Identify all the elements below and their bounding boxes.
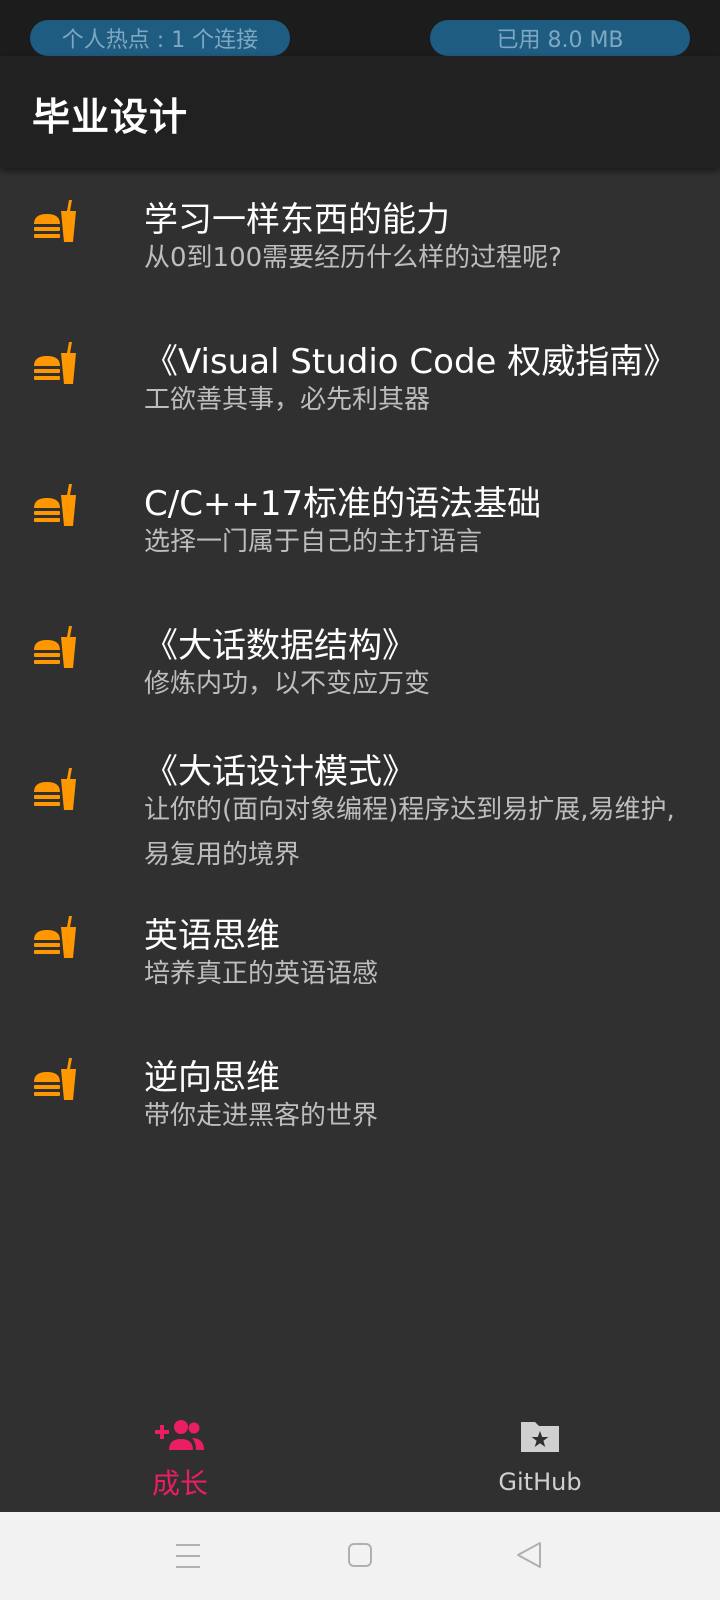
data-usage-pill[interactable]: 已用 8.0 MB <box>430 20 690 56</box>
list-item[interactable]: 《大话数据结构》 修炼内功，以不变应万变 <box>0 594 720 734</box>
list-item-subtitle: 让你的(面向对象编程)程序达到易扩展,易维护,易复用的境界 <box>144 795 675 870</box>
list-item-title: 英语思维 <box>144 916 280 956</box>
fastfood-icon <box>32 914 80 962</box>
list-item-subtitle: 工欲善其事，必先利其器 <box>144 385 431 415</box>
menu-icon[interactable] <box>168 1538 208 1574</box>
list-item-title: 《大话数据结构》 <box>144 626 416 666</box>
status-bar: 个人热点 : 1 个连接 已用 8.0 MB <box>0 0 720 56</box>
course-list: 学习一样东西的能力 从0到100需要经历什么样的过程呢? 《Visual Stu… <box>0 168 720 1402</box>
list-item[interactable]: 《大话设计模式》 让你的(面向对象编程)程序达到易扩展,易维护,易复用的境界 <box>0 736 720 888</box>
list-item-subtitle: 选择一门属于自己的主打语言 <box>144 527 483 557</box>
list-item[interactable]: C/C++17标准的语法基础 选择一门属于自己的主打语言 <box>0 452 720 592</box>
list-item-subtitle: 从0到100需要经历什么样的过程呢? <box>144 243 562 273</box>
tab-github-label: GitHub <box>498 1468 582 1496</box>
hotspot-status-pill[interactable]: 个人热点 : 1 个连接 <box>30 20 290 56</box>
fastfood-icon <box>32 340 80 388</box>
tab-growth[interactable]: 成长 <box>0 1402 360 1512</box>
app-bar: 毕业设计 <box>0 56 720 168</box>
list-item[interactable]: 学习一样东西的能力 从0到100需要经历什么样的过程呢? <box>0 168 720 308</box>
home-icon[interactable] <box>340 1538 380 1574</box>
list-item-subtitle: 培养真正的英语语感 <box>144 959 379 989</box>
list-item-title: 《大话设计模式》 <box>144 752 416 792</box>
tab-github[interactable]: GitHub <box>360 1402 720 1512</box>
bottom-navigation: 成长 GitHub <box>0 1402 720 1512</box>
page-title: 毕业设计 <box>32 95 189 139</box>
fastfood-icon <box>32 198 80 246</box>
system-navigation-bar <box>0 1512 720 1600</box>
tab-growth-label: 成长 <box>151 1467 208 1500</box>
fastfood-icon <box>32 1056 80 1104</box>
fastfood-icon <box>32 482 80 530</box>
list-item-title: 逆向思维 <box>144 1058 280 1098</box>
fastfood-icon <box>32 624 80 672</box>
list-item-subtitle: 修炼内功，以不变应万变 <box>144 669 431 699</box>
list-item[interactable]: 英语思维 培养真正的英语语感 <box>0 888 720 1028</box>
group-add-icon <box>155 1420 204 1450</box>
fastfood-icon <box>32 766 80 814</box>
list-item-title: 《Visual Studio Code 权威指南》 <box>144 342 678 382</box>
list-item-subtitle: 带你走进黑客的世界 <box>144 1101 379 1131</box>
folder-star-icon <box>521 1422 559 1452</box>
list-item[interactable]: 逆向思维 带你走进黑客的世界 <box>0 1030 720 1170</box>
list-item-title: 学习一样东西的能力 <box>144 200 450 240</box>
back-icon[interactable] <box>510 1538 550 1574</box>
list-item[interactable]: 《Visual Studio Code 权威指南》 工欲善其事，必先利其器 <box>0 310 720 450</box>
list-item-title: C/C++17标准的语法基础 <box>144 484 542 524</box>
